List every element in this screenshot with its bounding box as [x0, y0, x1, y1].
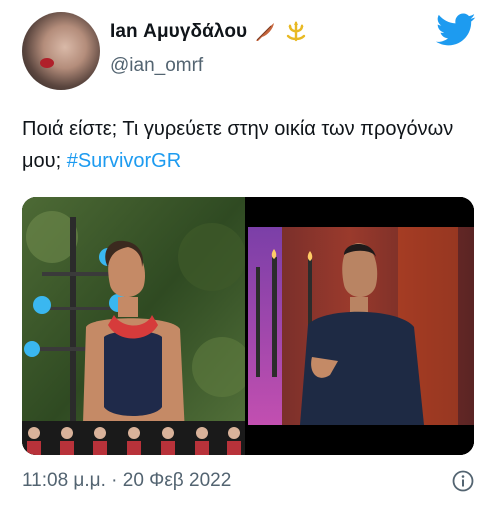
avatar[interactable] [22, 12, 100, 90]
trident-icon [287, 21, 306, 42]
author-name-row: Ian Αμυγδάλου [110, 20, 309, 44]
avatar-mouth [40, 58, 54, 68]
tweet-card: Ian Αμυγδάλου @ian_omrf Ποιά είστε; Τι γ… [0, 0, 500, 513]
media-image-left[interactable] [22, 197, 245, 455]
twitter-bird-icon[interactable] [436, 12, 476, 48]
tweet-text: Ποιά είστε; Τι γυρεύετε στην οικία των π… [22, 113, 482, 177]
display-name[interactable]: Ian Αμυγδάλου [110, 21, 247, 43]
info-icon[interactable] [452, 470, 474, 492]
hashtag-link[interactable]: #SurvivorGR [67, 150, 181, 172]
media-grid[interactable] [22, 197, 474, 455]
man-with-candle-photo [248, 197, 474, 455]
contestant-photo [22, 197, 245, 455]
media-image-right[interactable] [248, 197, 474, 455]
feather-icon [256, 23, 275, 41]
timestamp[interactable]: 11:08 μ.μ. · 20 Φεβ 2022 [22, 470, 231, 492]
handle[interactable]: @ian_omrf [110, 55, 203, 77]
